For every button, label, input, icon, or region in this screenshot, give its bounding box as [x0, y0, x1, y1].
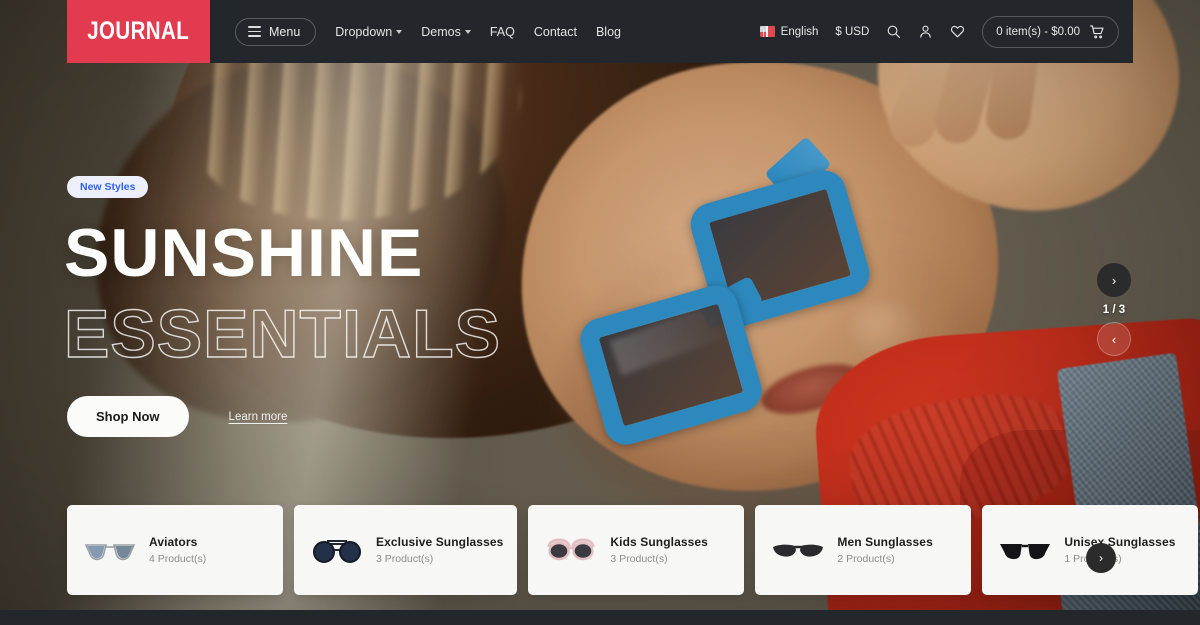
- nav-item-dropdown[interactable]: Dropdown: [335, 24, 403, 39]
- hero-cta-row: Shop Now Learn more: [67, 396, 287, 437]
- nav-item-blog[interactable]: Blog: [596, 25, 621, 39]
- men-sunglasses-icon: [769, 530, 827, 570]
- list-item-title: Men Sunglasses: [837, 535, 933, 549]
- currency-selector[interactable]: $ USD: [835, 26, 869, 38]
- list-item-title: Unisex Sunglasses: [1064, 535, 1176, 549]
- nav-item-faq[interactable]: FAQ: [490, 25, 515, 39]
- list-item[interactable]: Exclusive Sunglasses 3 Product(s): [294, 505, 518, 595]
- nav-item-contact[interactable]: Contact: [534, 25, 577, 39]
- list-item-count: 4 Product(s): [149, 553, 207, 565]
- list-item[interactable]: Men Sunglasses 2 Product(s): [755, 505, 972, 595]
- list-item-title: Kids Sunglasses: [610, 535, 708, 549]
- exclusive-sunglasses-icon: [308, 530, 366, 570]
- list-item[interactable]: Kids Sunglasses 3 Product(s): [528, 505, 745, 595]
- list-item-count: 1 Product(s): [1064, 553, 1121, 565]
- hero-title-line1: SUNSHINE: [64, 215, 424, 291]
- footer-strip: [0, 610, 1200, 625]
- menu-button-label: Menu: [269, 24, 301, 39]
- list-item-count: 2 Product(s): [837, 553, 895, 565]
- chevron-down-icon: [464, 29, 471, 34]
- list-item-title: Exclusive Sunglasses: [376, 535, 504, 549]
- user-icon[interactable]: [918, 24, 933, 39]
- chevron-down-icon: [396, 29, 403, 34]
- page-root: JOURNAL Menu Dropdown Demos FAQ Contact …: [0, 0, 1200, 625]
- cart-icon: [1090, 24, 1104, 38]
- menu-button[interactable]: Menu: [235, 17, 317, 46]
- slider-next-button[interactable]: ›: [1097, 263, 1131, 297]
- nav-item-dropdown-label: Dropdown: [335, 24, 393, 39]
- kids-sunglasses-icon: [542, 530, 600, 570]
- hamburger-icon: [248, 26, 261, 37]
- unisex-sunglasses-icon: [996, 530, 1054, 570]
- language-selector[interactable]: English: [759, 25, 819, 38]
- main-navigation: Menu Dropdown Demos FAQ Contact Blog: [210, 0, 621, 63]
- shop-now-button[interactable]: Shop Now: [67, 396, 189, 437]
- nav-item-demos[interactable]: Demos: [421, 25, 471, 39]
- hero-title-line2: ESSENTIALS: [63, 296, 501, 372]
- logo-text: JOURNAL: [87, 17, 190, 45]
- slider-prev-button[interactable]: ‹: [1097, 322, 1131, 356]
- logo[interactable]: JOURNAL: [67, 0, 210, 63]
- hero-badge[interactable]: New Styles: [67, 176, 149, 198]
- list-item[interactable]: Aviators 4 Product(s): [67, 505, 283, 595]
- nav-item-demos-label: Demos: [421, 24, 461, 39]
- list-item-count: 3 Product(s): [610, 553, 668, 565]
- cart-label: 0 item(s) - $0.00: [996, 25, 1080, 38]
- site-header: JOURNAL Menu Dropdown Demos FAQ Contact …: [67, 0, 1133, 63]
- category-carousel: Aviators 4 Product(s) Exclusive Sunglass…: [67, 505, 1200, 595]
- language-label: English: [780, 25, 819, 38]
- list-item-title: Aviators: [149, 535, 198, 549]
- learn-more-link[interactable]: Learn more: [229, 411, 288, 423]
- list-item-count: 3 Product(s): [376, 553, 434, 565]
- header-utilities: English $ USD 0 item(s) - $0.00: [759, 0, 1133, 63]
- heart-icon[interactable]: [950, 24, 965, 39]
- search-icon[interactable]: [886, 24, 901, 39]
- category-next-button[interactable]: ›: [1086, 543, 1116, 573]
- slider-counter: 1 / 3: [1102, 304, 1126, 316]
- flag-icon: [759, 26, 775, 37]
- aviator-sunglasses-icon: [81, 530, 139, 570]
- hero-slider-controls: › 1 / 3 ‹: [1095, 263, 1133, 356]
- cart-button[interactable]: 0 item(s) - $0.00: [982, 15, 1119, 48]
